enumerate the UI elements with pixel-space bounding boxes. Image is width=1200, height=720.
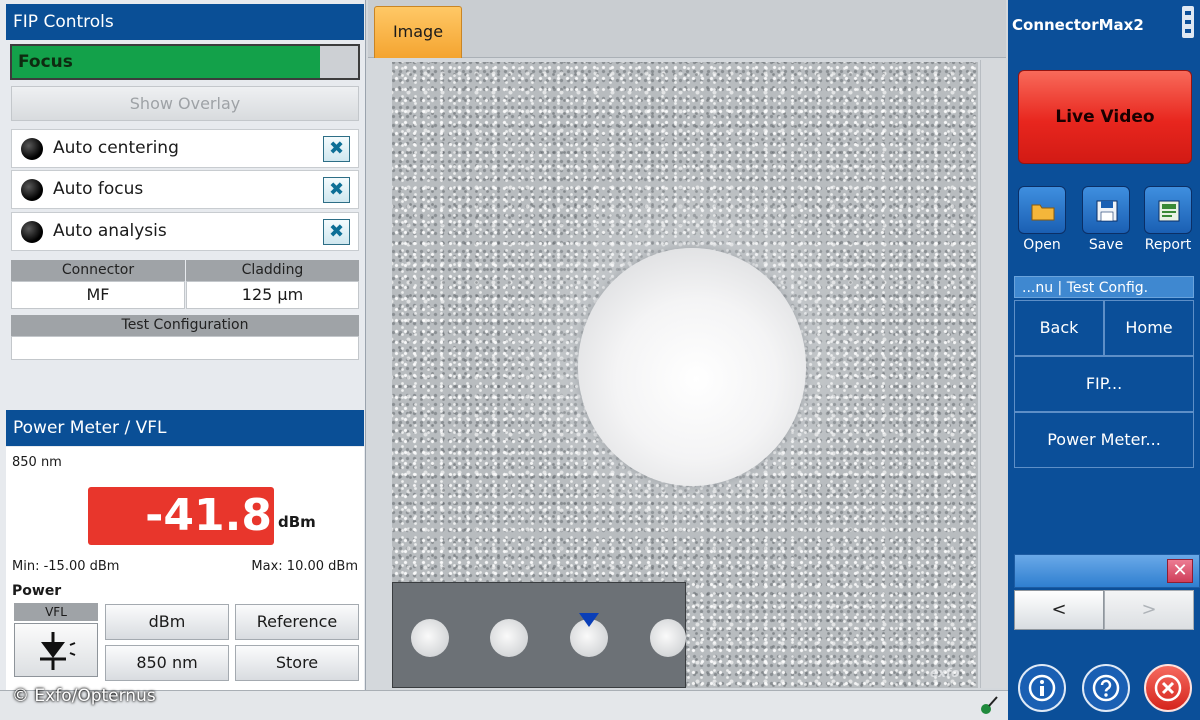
power-meter-panel: 850 nm -41.8 dBm Min: -15.00 dBm Max: 10…	[6, 447, 364, 690]
info-button[interactable]	[1018, 664, 1066, 712]
auto-focus-label: Auto focus	[53, 179, 144, 199]
exit-button[interactable]	[1144, 664, 1192, 712]
min-power-label: Min: -15.00 dBm	[12, 559, 120, 574]
cladding-header: Cladding	[186, 260, 359, 281]
auto-analysis-toggle-icon[interactable]: ✖	[323, 219, 350, 245]
info-icon	[1028, 674, 1056, 702]
image-scrollbar[interactable]	[980, 60, 1006, 688]
connector-value[interactable]: MF	[11, 281, 185, 309]
wavelength-label: 850 nm	[12, 455, 62, 470]
wavelength-button[interactable]: 850 nm	[105, 645, 229, 681]
folder-icon	[1031, 204, 1055, 221]
save-label: Save	[1088, 237, 1124, 253]
report-icon	[1158, 200, 1180, 222]
left-panel: FIP Controls Focus Show Overlay Auto cen…	[0, 0, 366, 690]
auto-centering-row: Auto centering ✖	[11, 129, 359, 168]
previous-button[interactable]: <	[1014, 590, 1104, 630]
connector-header: Connector	[11, 260, 185, 281]
save-button[interactable]	[1082, 186, 1130, 234]
connection-icon	[981, 696, 998, 714]
breadcrumb: ...nu | Test Config.	[1014, 276, 1194, 298]
back-button[interactable]: Back	[1014, 300, 1104, 356]
laser-diode-icon	[40, 632, 76, 670]
tab-image[interactable]: Image	[374, 6, 462, 58]
status-indicator-icon	[21, 179, 43, 201]
status-indicator-icon	[21, 138, 43, 160]
open-label: Open	[1023, 237, 1061, 253]
next-button[interactable]: >	[1104, 590, 1194, 630]
right-panel: ConnectorMax2 Live Video Open Save Repor…	[1008, 0, 1200, 720]
app-title: ConnectorMax2	[1012, 16, 1144, 34]
home-button[interactable]: Home	[1104, 300, 1194, 356]
show-overlay-button[interactable]: Show Overlay	[11, 86, 359, 121]
power-meter-button[interactable]: Power Meter...	[1014, 412, 1194, 468]
power-reading: -41.8	[88, 487, 274, 545]
auto-focus-row: Auto focus ✖	[11, 170, 359, 209]
focus-meter: Focus	[10, 44, 360, 80]
reference-button[interactable]: Reference	[235, 604, 359, 640]
fip-controls-header: FIP Controls	[6, 4, 364, 40]
power-meter-header: Power Meter / VFL	[6, 410, 364, 446]
auto-analysis-row: Auto analysis ✖	[11, 212, 359, 251]
auto-analysis-label: Auto analysis	[53, 221, 167, 241]
auto-centering-label: Auto centering	[53, 138, 179, 158]
vfl-button[interactable]	[14, 623, 98, 677]
auto-focus-toggle-icon[interactable]: ✖	[323, 177, 350, 203]
max-power-label: Max: 10.00 dBm	[251, 559, 358, 574]
question-icon	[1092, 674, 1120, 702]
power-reading-unit: dBm	[278, 513, 316, 531]
fiber-endface	[578, 248, 806, 486]
thumbnail-1[interactable]	[411, 619, 449, 657]
report-button[interactable]	[1144, 186, 1192, 234]
auto-centering-toggle-icon[interactable]: ✖	[323, 136, 350, 162]
store-button[interactable]: Store	[235, 645, 359, 681]
thumbnail-2[interactable]	[490, 619, 528, 657]
unit-button[interactable]: dBm	[105, 604, 229, 640]
tab-strip: Image	[368, 0, 1006, 58]
mini-panel-header: ✕	[1014, 554, 1200, 588]
image-credit: © Exfo/Opternus	[12, 686, 156, 706]
test-configuration-value[interactable]	[11, 336, 359, 360]
thumbnail-strip	[392, 582, 686, 688]
status-indicator-icon	[21, 221, 43, 243]
exfo-watermark: exfo	[930, 666, 960, 680]
test-configuration-header: Test Configuration	[11, 315, 359, 336]
report-label: Report	[1144, 237, 1192, 253]
vfl-label: VFL	[14, 603, 98, 621]
focus-label: Focus	[18, 52, 73, 72]
cladding-value[interactable]: 125 µm	[186, 281, 359, 309]
close-circle-icon	[1154, 674, 1182, 702]
thumbnail-4[interactable]	[650, 619, 686, 657]
panel-menu-icon[interactable]	[1180, 4, 1196, 40]
close-icon[interactable]: ✕	[1167, 559, 1193, 583]
selected-thumbnail-marker-icon	[579, 613, 599, 627]
fip-button[interactable]: FIP...	[1014, 356, 1194, 412]
open-button[interactable]	[1018, 186, 1066, 234]
live-video-button[interactable]: Live Video	[1018, 70, 1192, 164]
help-button[interactable]	[1082, 664, 1130, 712]
floppy-disk-icon	[1096, 200, 1118, 222]
power-section-label: Power	[12, 583, 62, 599]
